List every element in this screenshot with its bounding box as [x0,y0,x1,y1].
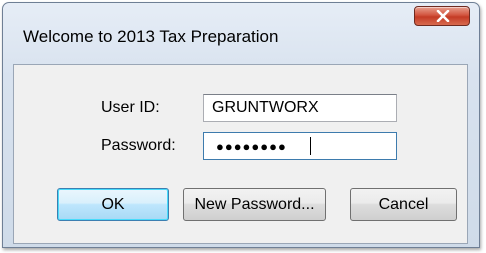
password-input[interactable]: ●●●●●●●● [203,132,397,160]
password-label: Password: [101,137,176,154]
cancel-button[interactable]: Cancel [350,188,457,221]
password-mask: ●●●●●●●● [216,139,287,154]
title-bar[interactable]: Welcome to 2013 Tax Preparation [3,3,479,46]
window-title: Welcome to 2013 Tax Preparation [23,27,279,46]
text-caret [310,137,311,155]
close-icon [436,10,450,22]
close-button[interactable] [414,6,470,26]
ok-button[interactable]: OK [57,188,169,221]
login-dialog: Welcome to 2013 Tax Preparation User ID:… [2,2,480,248]
new-password-button[interactable]: New Password... [183,188,326,221]
user-id-input[interactable] [203,94,397,122]
dialog-content: User ID: Password: ●●●●●●●● OK New Passw… [13,64,468,244]
user-id-label: User ID: [101,99,160,116]
